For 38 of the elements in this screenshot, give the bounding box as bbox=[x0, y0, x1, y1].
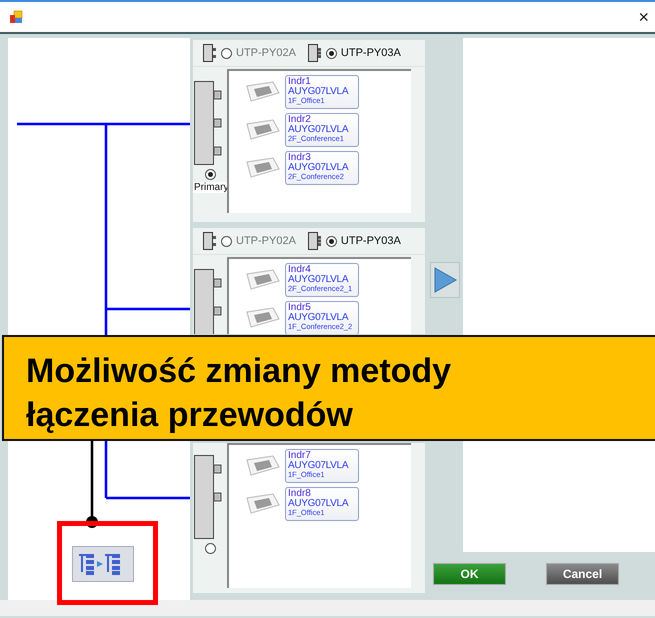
branch-box-icon bbox=[203, 44, 217, 62]
radio-button[interactable] bbox=[326, 236, 337, 246]
cancel-button[interactable]: Cancel bbox=[546, 563, 619, 585]
unit-name: Indr2 bbox=[288, 115, 312, 125]
radio-button[interactable] bbox=[326, 48, 337, 58]
radio-button[interactable] bbox=[221, 48, 232, 58]
unit-name: Indr7 bbox=[288, 451, 312, 461]
option-label: UTP-PY03A bbox=[340, 47, 401, 59]
unit-model: AUYG07LVLA bbox=[288, 499, 350, 509]
option-label: UTP-PY02A bbox=[236, 235, 296, 247]
unit-name: Indr8 bbox=[288, 489, 312, 499]
branch-box-icon bbox=[203, 232, 217, 250]
branch-box bbox=[194, 269, 222, 334]
option-label: UTP-PY02A bbox=[236, 47, 296, 59]
unit-model: AUYG07LVLA bbox=[288, 275, 350, 285]
ok-button[interactable]: OK bbox=[433, 563, 506, 585]
play-triangle-icon bbox=[432, 266, 458, 294]
unit-name: Indr3 bbox=[288, 153, 312, 163]
branch-box-icon bbox=[308, 44, 322, 62]
close-button[interactable]: × bbox=[638, 6, 649, 28]
unit-name: Indr1 bbox=[288, 77, 312, 87]
unit-model: AUYG07LVLA bbox=[288, 87, 350, 97]
move-right-button[interactable] bbox=[430, 262, 460, 298]
radio-button[interactable] bbox=[204, 543, 216, 554]
unit-model: AUYG07LVLA bbox=[288, 163, 350, 173]
option-label: UTP-PY03A bbox=[340, 235, 401, 247]
unit-model: AUYG07LVLA bbox=[288, 313, 350, 323]
unit-name: Indr5 bbox=[288, 303, 312, 313]
unit-name: Indr4 bbox=[288, 265, 312, 275]
radio-button[interactable] bbox=[221, 236, 232, 246]
radio-button[interactable] bbox=[204, 169, 216, 180]
unit-model: AUYG07LVLA bbox=[288, 461, 350, 471]
primary-label: Primary bbox=[193, 182, 230, 193]
switch-wiring-button[interactable] bbox=[72, 546, 134, 582]
unit-model: AUYG07LVLA bbox=[288, 125, 350, 135]
callout-text: Możliwość zmiany metody łączenia przewodów bbox=[26, 351, 452, 436]
app-icon bbox=[9, 10, 23, 24]
branch-box-icon bbox=[308, 232, 322, 250]
